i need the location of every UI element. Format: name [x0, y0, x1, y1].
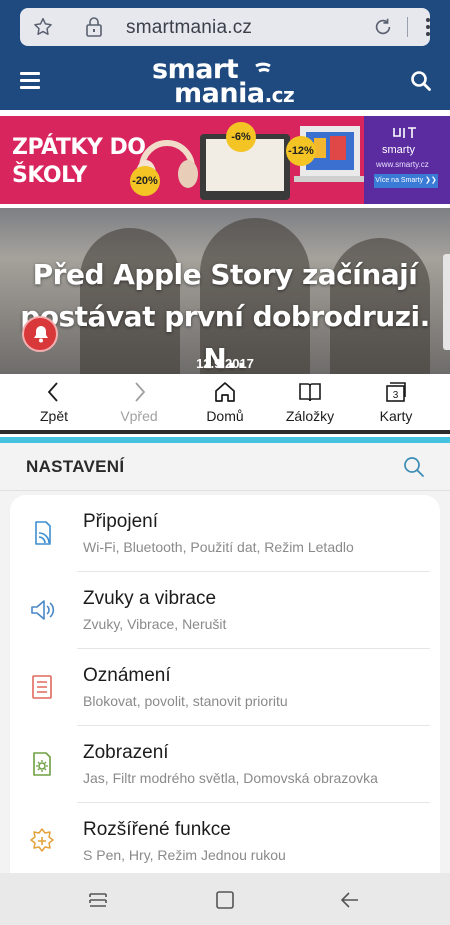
- site-search-icon[interactable]: [410, 70, 432, 92]
- settings-item-sounds[interactable]: Zvuky a vibrace Zvuky, Vibrace, Nerušit: [10, 572, 440, 649]
- ad-banner[interactable]: ZPÁTKY DO ŠKOLY -20% -6% -12% smarty www…: [0, 116, 450, 204]
- forward-chevron-icon: [135, 382, 146, 402]
- settings-item-name: Zobrazení: [83, 742, 169, 763]
- settings-item-name: Oznámení: [83, 665, 171, 686]
- banner-brand-panel: smarty www.smarty.cz Více na Smarty ❯❯: [364, 116, 450, 204]
- system-navigation-bar: [0, 873, 450, 925]
- settings-item-sub: Wi-Fi, Bluetooth, Použití dat, Režim Let…: [83, 539, 354, 555]
- settings-item-name: Rozšířené funkce: [83, 819, 231, 840]
- home-nav-icon[interactable]: [214, 889, 236, 911]
- site-logo[interactable]: smart mania.cz: [150, 54, 300, 109]
- smarty-logo-icon: [393, 127, 416, 138]
- home-icon: [215, 382, 235, 402]
- bookmarks-label: Záložky: [285, 408, 335, 424]
- tabs-label: Karty: [379, 408, 413, 424]
- more-options-icon[interactable]: [418, 16, 438, 38]
- article-date: 12.9.2017: [196, 356, 254, 371]
- url-bar-divider: [407, 17, 408, 37]
- back-button[interactable]: Zpět: [14, 380, 94, 424]
- bookmarks-button[interactable]: Záložky: [270, 380, 350, 424]
- back-nav-icon[interactable]: [339, 889, 361, 911]
- logo-signal-icon: [255, 62, 271, 73]
- banner-cta-button[interactable]: Více na Smarty ❯❯: [374, 174, 438, 188]
- settings-item-notifications[interactable]: Oznámení Blokovat, povolit, stanovit pri…: [10, 649, 440, 726]
- settings-item-name: Zvuky a vibrace: [83, 588, 217, 609]
- forward-button[interactable]: Vpřed: [99, 380, 179, 424]
- svg-text:3: 3: [393, 390, 399, 401]
- bookmark-star-icon[interactable]: [32, 16, 54, 38]
- tabs-button[interactable]: 3 Karty: [356, 380, 436, 424]
- discount-badge: -12%: [286, 136, 316, 166]
- bell-icon: [34, 326, 48, 343]
- back-chevron-icon: [47, 382, 58, 402]
- settings-item-name: Připojení: [83, 511, 158, 532]
- settings-item-sub: Jas, Filtr modrého světla, Domovská obra…: [83, 770, 378, 786]
- recent-apps-icon[interactable]: [87, 889, 109, 911]
- settings-item-connections[interactable]: Připojení Wi-Fi, Bluetooth, Použití dat,…: [10, 495, 440, 572]
- notification-bell-button[interactable]: [22, 316, 58, 352]
- banner-brand-url: www.smarty.cz: [376, 160, 429, 169]
- bookmarks-icon: [299, 383, 321, 402]
- url-bar[interactable]: smartmania.cz: [20, 8, 430, 46]
- settings-list: Připojení Wi-Fi, Bluetooth, Použití dat,…: [10, 495, 440, 873]
- reload-icon[interactable]: [372, 16, 394, 38]
- connections-icon: [35, 521, 51, 545]
- browser-top-area: smartmania.cz smart mania.cz: [0, 0, 450, 110]
- banner-headline: ZPÁTKY DO ŠKOLY: [12, 135, 146, 188]
- discount-badge: -20%: [130, 166, 160, 196]
- sound-icon: [31, 600, 55, 620]
- discount-badge: -6%: [226, 122, 256, 152]
- page-scroll-handle[interactable]: [443, 254, 450, 350]
- settings-panel: NASTAVENÍ Připojení Wi-Fi, Bluetooth, Po…: [0, 443, 450, 873]
- site-header: smart mania.cz: [0, 52, 450, 110]
- url-text[interactable]: smartmania.cz: [126, 17, 252, 39]
- back-label: Zpět: [39, 408, 68, 424]
- logo-line2: mania.cz: [174, 78, 295, 109]
- settings-item-sub: S Pen, Hry, Režim Jednou rukou: [83, 847, 286, 863]
- settings-header: NASTAVENÍ: [0, 443, 450, 491]
- settings-item-advanced[interactable]: Rozšířené funkce S Pen, Hry, Režim Jedno…: [10, 803, 440, 880]
- hamburger-menu-icon[interactable]: [20, 72, 40, 90]
- settings-item-sub: Zvuky, Vibrace, Nerušit: [83, 616, 227, 632]
- home-button[interactable]: Domů: [185, 380, 265, 424]
- tabs-icon: 3: [386, 382, 406, 402]
- notifications-icon: [32, 675, 52, 699]
- browser-toolbar: Zpět Vpřed Domů Záložky 3 Karty: [0, 374, 450, 434]
- settings-item-sub: Blokovat, povolit, stanovit prioritu: [83, 693, 288, 709]
- home-label: Domů: [206, 408, 244, 424]
- lock-icon[interactable]: [84, 16, 104, 38]
- settings-title: NASTAVENÍ: [26, 457, 125, 476]
- advanced-features-icon: [30, 828, 54, 852]
- article-hero[interactable]: Před Apple Story začínají postávat první…: [0, 208, 450, 374]
- banner-brand: smarty: [382, 144, 415, 156]
- settings-search-icon[interactable]: [402, 455, 426, 479]
- display-icon: [33, 752, 51, 776]
- settings-item-display[interactable]: Zobrazení Jas, Filtr modrého světla, Dom…: [10, 726, 440, 803]
- forward-label: Vpřed: [120, 408, 158, 424]
